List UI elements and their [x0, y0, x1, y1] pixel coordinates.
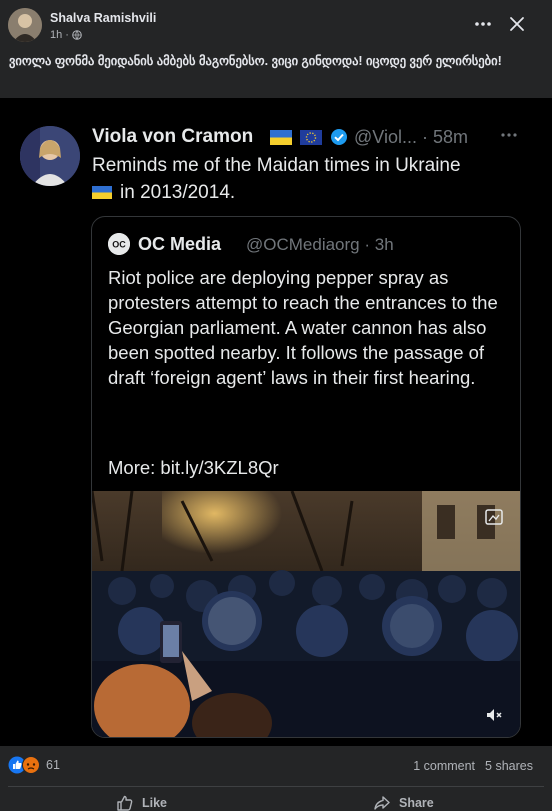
- tweet-text: Reminds me of the Maidan times in Ukrain…: [92, 152, 532, 206]
- post-caption: ვიოლა ფონმა მეიდანის ამბებს მაგონებსო. ვ…: [9, 54, 502, 68]
- quoted-more-link: More: bit.ly/3KZL8Qr: [108, 457, 279, 478]
- tweet-time: · 58m: [421, 127, 468, 147]
- post-meta: 1h ·: [50, 29, 82, 41]
- share-button[interactable]: Share: [373, 794, 434, 811]
- protest-video-thumbnail: [92, 491, 520, 737]
- close-button[interactable]: [503, 10, 531, 38]
- media-icon: [485, 509, 503, 525]
- ukraine-flag-icon: [270, 129, 292, 145]
- footer-divider: [8, 786, 544, 787]
- ukraine-flag-icon: [92, 186, 112, 199]
- tweet-handle-time: @Viol... · 58m: [354, 127, 468, 148]
- tweet-author-avatar: [20, 126, 80, 186]
- like-icon: [117, 795, 133, 811]
- quoted-author-name: OC Media: [138, 234, 222, 254]
- oc-media-logo: OC: [108, 233, 130, 255]
- tweet-text-line1: Reminds me of the Maidan times in Ukrain…: [92, 155, 461, 176]
- like-label: Like: [142, 796, 168, 810]
- post-header: Shalva Ramishvili 1h ·: [0, 0, 552, 48]
- more-options-button[interactable]: [468, 12, 498, 36]
- quoted-text: Riot police are deploying pepper spray a…: [108, 267, 498, 388]
- more-icon: [475, 22, 491, 26]
- verified-icon: [331, 129, 347, 145]
- reactions-summary[interactable]: 61: [8, 756, 60, 774]
- tweet-more-icon: [498, 126, 520, 144]
- close-icon: [510, 17, 524, 31]
- tweet-handle: @Viol...: [354, 127, 417, 147]
- like-button[interactable]: Like: [116, 794, 167, 811]
- tweet-badges: [270, 128, 348, 146]
- facebook-post: Shalva Ramishvili 1h · ვიოლა ფონმა მეიდა…: [0, 0, 552, 811]
- author-avatar[interactable]: [8, 8, 42, 42]
- quoted-tweet: OC OC Media @OCMediaorg · 3h Riot police…: [91, 216, 521, 738]
- engagement-counts: 1 comment 5 shares: [413, 759, 533, 773]
- mute-icon: [487, 709, 502, 721]
- globe-icon: [72, 30, 82, 40]
- tweet-author-name: Viola von Cramon: [92, 126, 254, 147]
- share-icon: [374, 796, 390, 810]
- author-name[interactable]: Shalva Ramishvili: [50, 11, 156, 25]
- tweet-text-line2: in 2013/2014.: [120, 182, 236, 203]
- reaction-count: 61: [46, 758, 60, 772]
- angry-reaction-icon: [22, 756, 40, 774]
- tweet-screenshot[interactable]: Viola von Cramon @Viol... · 58m Reminds …: [0, 98, 552, 746]
- logo-text: OC: [112, 240, 126, 250]
- quoted-handle-time: @OCMediaorg · 3h: [246, 235, 394, 254]
- share-count-link[interactable]: 5 shares: [485, 759, 533, 773]
- eu-flag-icon: [300, 129, 322, 145]
- share-label: Share: [399, 796, 434, 810]
- post-time[interactable]: 1h: [50, 29, 62, 41]
- comment-count-link[interactable]: 1 comment: [413, 759, 475, 773]
